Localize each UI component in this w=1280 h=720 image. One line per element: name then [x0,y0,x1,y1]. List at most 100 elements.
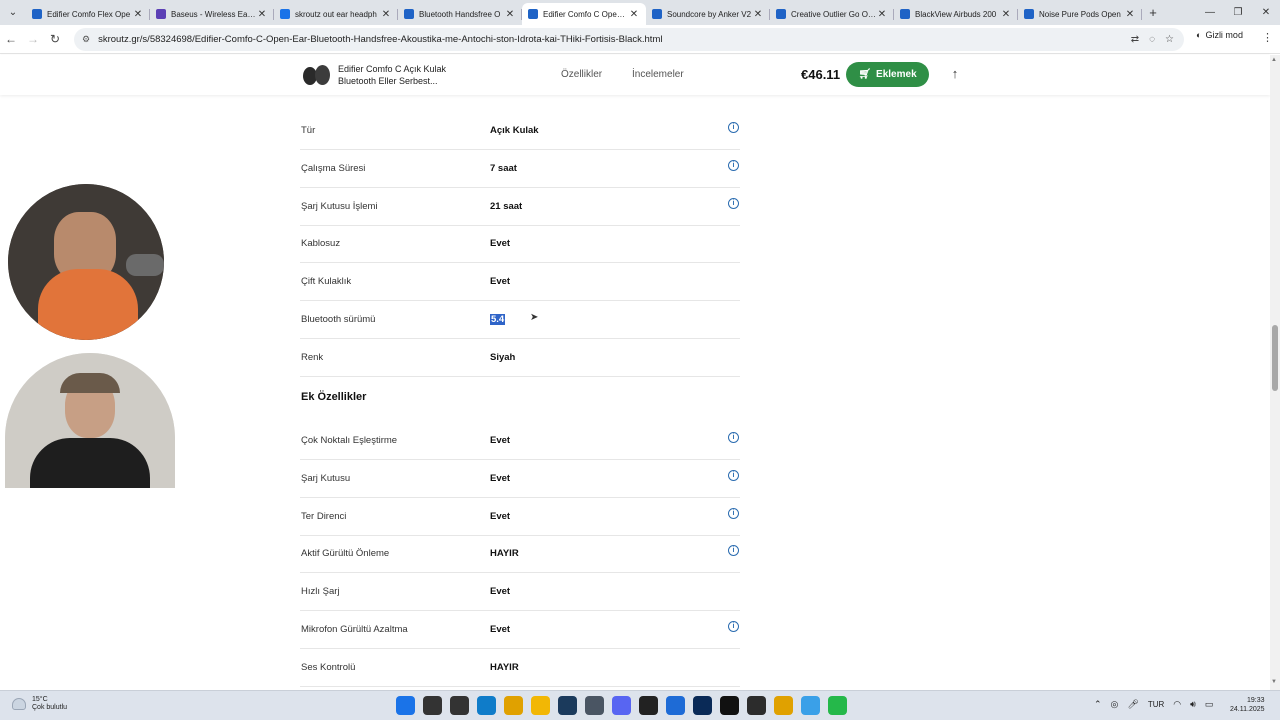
reload-icon[interactable]: ↻ [44,32,66,46]
info-icon[interactable]: i [728,197,739,209]
minimize-icon[interactable]: — [1196,7,1224,18]
maximize-icon[interactable]: ❐ [1224,7,1252,18]
spec-row: Kablosuz Evet [300,225,740,264]
tab-favicon-icon [528,9,538,19]
browser-tab[interactable]: Edifier Comfo C Open E ✕ [522,3,646,25]
spec-value: Evet [490,472,511,484]
close-window-icon[interactable]: ✕ [1252,7,1280,18]
discord-icon[interactable] [612,696,631,715]
volume-icon[interactable]: 🔊︎ [1190,699,1196,710]
add-to-cart-button[interactable]: 🛒︎ Eklemek [846,62,929,87]
file-explorer-icon[interactable] [531,696,550,715]
photoshop-icon[interactable] [693,696,712,715]
notes-app-icon[interactable] [801,696,820,715]
browser-tab[interactable]: Baseus - Wireless Earbu ✕ [150,3,274,25]
language-indicator[interactable]: TUR [1148,700,1164,709]
tab-search-icon[interactable]: ⌄ [0,0,26,25]
tray-app-icon[interactable]: ◎ [1111,699,1119,710]
bookmark-star-icon[interactable]: ☆ [1165,34,1174,45]
whatsapp-icon[interactable] [828,696,847,715]
site-info-icon[interactable]: ⚙ [82,34,90,45]
tray-chevron-icon[interactable]: ⌃ [1094,699,1102,710]
info-icon[interactable]: i [728,469,739,481]
nav-features-link[interactable]: Özellikler [561,69,602,80]
editor-app-icon[interactable] [747,696,766,715]
weather-widget[interactable]: 15°C Çok bulutlu [12,696,67,712]
scrollbar-thumb[interactable] [1272,325,1278,391]
mail-icon[interactable] [666,696,685,715]
forward-icon[interactable]: → [22,32,44,46]
info-icon[interactable]: i [728,507,739,519]
browser-tab[interactable]: Bluetooth Handsfree O ✕ [398,3,522,25]
tab-close-icon[interactable]: ✕ [132,9,144,20]
tab-close-icon[interactable]: ✕ [628,9,640,20]
spec-row: Çok Noktalı Eşleştirme Evet i [300,422,740,460]
spec-value: HAYIR [490,548,519,560]
info-icon[interactable]: i [728,432,739,443]
search-icon[interactable] [423,696,442,715]
chrome-icon[interactable] [504,696,523,715]
chrome-active-icon[interactable] [774,696,793,715]
tab-close-icon[interactable]: ✕ [380,9,392,20]
tab-favicon-icon [156,9,166,19]
browser-tab[interactable]: Noise Pure Pods Open ✕ [1018,3,1142,25]
tab-close-icon[interactable]: ✕ [504,9,516,20]
spec-row: Aktif Gürültü Önleme HAYIR i [300,535,740,574]
tab-title: Bluetooth Handsfree O [419,9,501,19]
calculator-icon[interactable] [585,696,604,715]
spec-label: Tür [301,125,316,136]
info-icon[interactable]: i [728,122,739,133]
browser-tab[interactable]: Soundcore by Anker V2 ✕ [646,3,770,25]
spec-row: Mikrofon Gürültü Azaltma Evet i [300,611,740,649]
steam-icon[interactable] [558,696,577,715]
incognito-label: Gizli mod [1205,30,1243,40]
spec-value: Evet [490,586,511,598]
page-scrollbar[interactable]: ▲ ▼ [1270,55,1280,690]
browser-tab[interactable]: Edifier Comfo Flex Ope ✕ [26,3,150,25]
task-view-icon[interactable] [450,696,469,715]
back-icon[interactable]: ← [0,32,22,46]
tab-close-icon[interactable]: ✕ [1124,9,1136,20]
weather-temperature: 15°C [32,696,48,703]
wifi-icon[interactable]: ◠ [1173,699,1181,710]
battery-icon[interactable]: ▭ [1205,699,1214,710]
url-text[interactable]: skroutz.gr/s/58324698/Edifier-Comfo-C-Op… [98,34,662,45]
microphone-icon[interactable]: 🎤︎ [1127,699,1138,710]
add-to-cart-label: Eklemek [876,69,917,80]
clock[interactable]: 19:33 24.11.2025 [1230,696,1265,714]
tab-close-icon[interactable]: ✕ [752,9,764,20]
info-icon[interactable]: i [728,621,739,632]
scroll-to-top-button[interactable]: ↑ [943,62,967,86]
incognito-indicator[interactable]: ◐ Gizli mod [1196,30,1243,40]
browser-menu-icon[interactable]: ⋮ [1262,31,1273,44]
omnibox[interactable]: ⚙ skroutz.gr/s/58324698/Edifier-Comfo-C-… [74,28,1184,51]
browser-tab[interactable]: skroutz out ear headph ✕ [274,3,398,25]
windows-start-icon[interactable] [396,696,415,715]
scroll-up-icon[interactable]: ▲ [1271,57,1277,63]
tab-close-icon[interactable]: ✕ [1000,9,1012,20]
scroll-down-icon[interactable]: ▼ [1271,679,1277,685]
spec-label: Renk [301,351,324,363]
media-app-icon[interactable] [639,696,658,715]
spec-row: Ses Kontrolü HAYIR [300,649,740,687]
nav-reviews-link[interactable]: İncelemeler [632,69,684,80]
info-icon[interactable]: i [728,545,739,557]
spec-label: Çift Kulaklık [301,276,352,288]
new-tab-button[interactable]: + [1142,5,1164,20]
spec-row: Çift Kulaklık Evet [300,263,740,302]
product-thumbnail[interactable] [300,61,332,89]
browser-tab[interactable]: BlackView Airbuds 200 ✕ [894,3,1018,25]
tab-close-icon[interactable]: ✕ [876,9,888,20]
spec-row: Şarj Kutusu Evet i [300,460,740,498]
translate-icon[interactable]: ⇄ [1131,34,1139,45]
spec-value: 7 saat [490,162,517,174]
capcut-icon[interactable] [720,696,739,715]
weather-description: Çok bulutlu [32,704,68,711]
edge-icon[interactable] [477,696,496,715]
tab-close-icon[interactable]: ✕ [256,9,268,20]
browser-tab[interactable]: Creative Outlier Go Ope ✕ [770,3,894,25]
eye-off-icon[interactable]: ◌ [1149,34,1155,45]
spec-value: 5.4 [490,314,506,325]
info-icon[interactable]: i [728,159,739,171]
spec-value: Evet [490,276,511,288]
